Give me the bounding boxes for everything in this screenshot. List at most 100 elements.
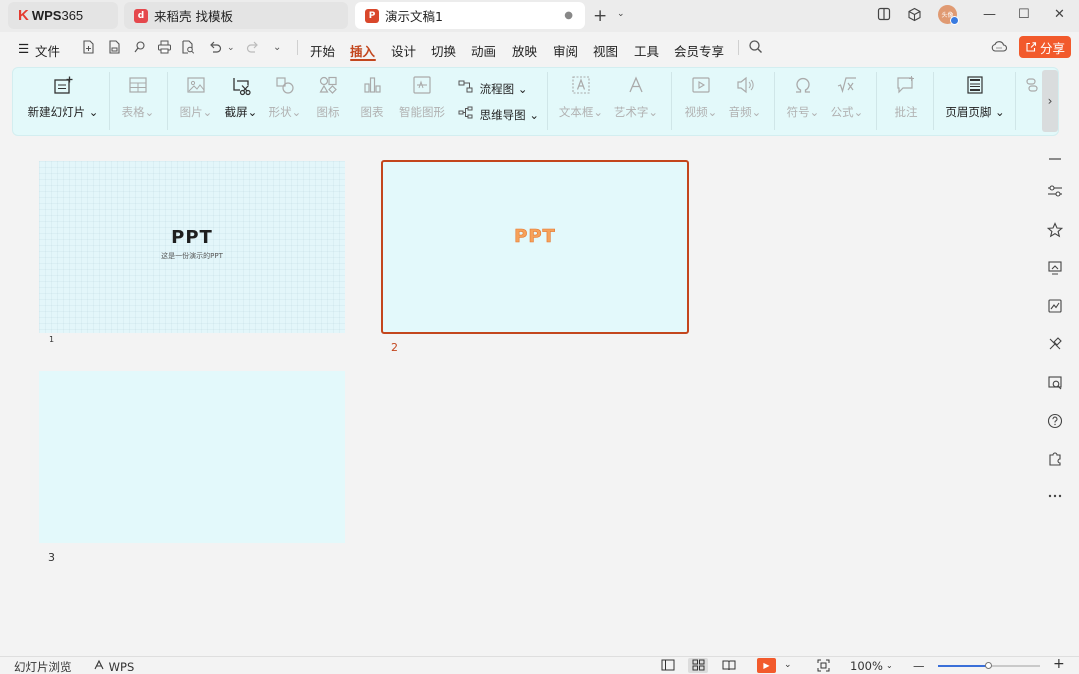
header-footer-button[interactable]: 页眉页脚 ⌄ — [942, 75, 1008, 120]
reading-mode-icon[interactable] — [877, 7, 891, 25]
table-icon — [118, 75, 158, 101]
new-file-icon[interactable] — [82, 40, 95, 58]
save-icon[interactable] — [108, 40, 121, 58]
wps-ai-button[interactable]: WPS — [93, 659, 134, 674]
video-button[interactable]: 视频⌄ — [681, 75, 721, 120]
shape-button[interactable]: 形状⌄ — [265, 75, 305, 120]
maximize-button[interactable]: ☐ — [1018, 7, 1030, 22]
play-dropdown-icon[interactable]: ⌄ — [784, 660, 792, 670]
menu-design[interactable]: 设计 — [391, 41, 416, 60]
mindmap-button[interactable]: 思维导图 ⌄ — [458, 106, 539, 123]
find-slide-icon[interactable] — [1046, 375, 1064, 395]
menu-insert[interactable]: 插入 — [350, 41, 375, 60]
cloud-sync-icon[interactable] — [990, 40, 1008, 57]
play-slideshow-button[interactable]: ▶ — [757, 658, 776, 673]
video-dropdown-icon: ⌄ — [707, 105, 718, 119]
slide-thumbnail-1[interactable]: PPT 这是一份演示的PPT — [39, 161, 345, 333]
shape-dropdown-icon: ⌄ — [291, 105, 302, 119]
share-icon — [1026, 42, 1037, 52]
plugin-icon[interactable] — [1046, 451, 1064, 471]
help-icon[interactable] — [1046, 413, 1064, 433]
wordart-button[interactable]: 艺术字⌄ — [612, 75, 660, 120]
tab-presentation-doc[interactable]: P 演示文稿1 ● — [355, 2, 585, 29]
find-icon[interactable] — [133, 40, 146, 58]
flowchart-button[interactable]: 流程图 ⌄ — [458, 80, 527, 97]
comment-button[interactable]: 批注 — [886, 75, 926, 120]
textbox-button[interactable]: 文本框⌄ — [557, 75, 605, 120]
formula-label: 公式 — [830, 105, 854, 119]
tab-wps365[interactable]: K WPS365 — [8, 2, 118, 29]
cube-icon[interactable] — [907, 7, 922, 26]
more-options-icon[interactable] — [1046, 488, 1064, 508]
header-footer-label: 页眉页脚 — [945, 105, 992, 119]
undo-icon[interactable] — [208, 40, 222, 58]
menu-view[interactable]: 视图 — [593, 41, 618, 60]
switch-slide-icon[interactable] — [1046, 260, 1064, 280]
new-slide-button[interactable]: 新建幻灯片 ⌄ — [25, 75, 101, 120]
mindmap-dropdown-icon: ⌄ — [529, 108, 539, 122]
menu-file[interactable]: 文件 — [35, 41, 60, 60]
tab-bar: K WPS365 d 来稻壳 找模板 P 演示文稿1 ● + ⌄ 头像 — ☐ … — [0, 0, 1079, 32]
zoom-dropdown-icon[interactable]: ⌄ — [886, 661, 893, 670]
print-preview-icon[interactable] — [181, 40, 195, 58]
zoom-slider[interactable] — [938, 662, 1040, 669]
menu-slideshow[interactable]: 放映 — [512, 41, 537, 60]
wordart-icon — [612, 75, 660, 101]
zoom-in-button[interactable]: + — [1053, 656, 1065, 672]
status-bar: 幻灯片浏览 WPS ▶ ⌄ 100% ⌄ — + — [0, 656, 1079, 674]
ribbon-divider — [109, 72, 110, 130]
fit-window-icon[interactable] — [817, 659, 830, 674]
comment-label: 批注 — [894, 105, 918, 119]
symbol-button[interactable]: 符号⌄ — [783, 75, 823, 120]
redo-icon[interactable] — [246, 40, 260, 58]
zoom-slider-fill — [938, 665, 989, 667]
smartart-button[interactable]: 智能图形 — [396, 75, 448, 120]
print-icon[interactable] — [157, 40, 172, 58]
screenshot-button[interactable]: 截屏⌄ — [221, 75, 261, 120]
ribbon-scroll-right-button[interactable]: › — [1042, 70, 1058, 132]
picture-button[interactable]: 图片⌄ — [176, 75, 216, 120]
slide-thumbnail-3[interactable] — [39, 371, 345, 543]
normal-view-icon[interactable] — [661, 659, 675, 674]
hamburger-menu-icon[interactable]: ☰ — [18, 41, 29, 56]
close-button[interactable]: ✕ — [1054, 7, 1065, 22]
menu-start[interactable]: 开始 — [310, 41, 335, 60]
menu-transition[interactable]: 切换 — [431, 41, 456, 60]
collapse-panel-icon[interactable] — [1046, 152, 1064, 170]
menu-review[interactable]: 审阅 — [553, 41, 578, 60]
audio-button[interactable]: 音频⌄ — [725, 75, 765, 120]
zoom-level[interactable]: 100% — [850, 659, 883, 673]
slide-thumbnail-2[interactable]: PPT — [381, 160, 689, 334]
star-icon[interactable] — [1046, 222, 1064, 242]
zoom-out-button[interactable]: — — [913, 659, 925, 673]
reading-view-icon[interactable] — [722, 659, 736, 674]
table-button[interactable]: 表格⌄ — [118, 75, 158, 120]
image-edit-icon[interactable] — [1046, 298, 1064, 318]
quick-access-more-icon[interactable]: ⌄ — [273, 42, 281, 53]
ribbon-divider — [167, 72, 168, 130]
minimize-button[interactable]: — — [983, 7, 996, 22]
header-footer-icon — [942, 75, 1008, 101]
slide-sorter-view-icon[interactable] — [688, 658, 708, 673]
more-ribbon-item[interactable] — [1020, 75, 1040, 101]
screenshot-dropdown-icon: ⌄ — [247, 105, 258, 119]
adjust-settings-icon[interactable] — [1046, 183, 1064, 203]
icons-button[interactable]: 图标 — [310, 75, 346, 120]
menu-animation[interactable]: 动画 — [471, 41, 496, 60]
share-button[interactable]: 分享 — [1019, 36, 1071, 58]
picture-label: 图片 — [179, 105, 203, 119]
new-tab-button[interactable]: + — [593, 6, 607, 26]
new-tab-dropdown-icon[interactable]: ⌄ — [617, 9, 625, 19]
chart-button[interactable]: 图表 — [354, 75, 390, 120]
menu-tools[interactable]: 工具 — [634, 41, 659, 60]
formula-button[interactable]: 公式⌄ — [827, 75, 867, 120]
tab-daoke-templates[interactable]: d 来稻壳 找模板 — [124, 2, 348, 29]
wps-brand-label: WPS365 — [32, 8, 83, 23]
undo-dropdown-icon[interactable]: ⌄ — [227, 43, 235, 53]
zoom-slider-handle[interactable] — [985, 662, 992, 669]
menu-member[interactable]: 会员专享 — [674, 41, 724, 60]
unsaved-dot-icon[interactable]: ● — [564, 10, 573, 21]
tools-icon[interactable] — [1046, 336, 1064, 356]
wps-ai-label: WPS — [108, 660, 135, 674]
search-icon[interactable] — [748, 39, 763, 58]
